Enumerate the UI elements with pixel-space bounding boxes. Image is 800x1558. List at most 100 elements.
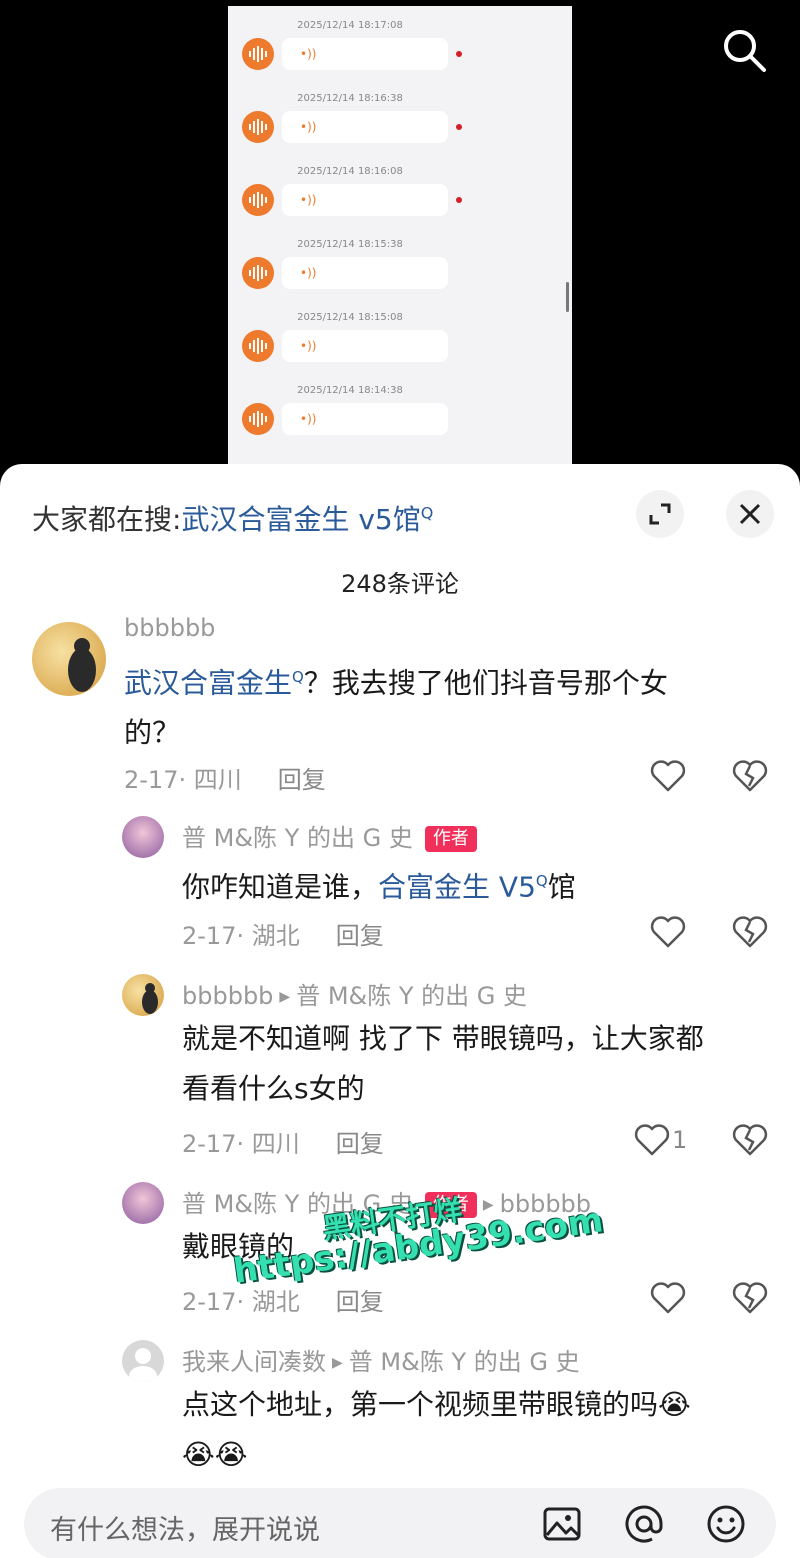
comment-username[interactable]: bbbbbb ▶ 普 M&陈 Y 的出 G 史	[182, 976, 527, 1011]
comment-text-suffix: 馆	[547, 870, 576, 904]
voice-timestamp: 2025/12/14 18:16:08	[297, 166, 403, 177]
voice-bubble: •))	[282, 38, 448, 70]
expand-icon	[649, 503, 671, 525]
reply-button[interactable]: 回复	[336, 922, 384, 950]
author-badge: 作者	[424, 826, 477, 852]
comment-keyword-link[interactable]: 合富金生 V5	[378, 870, 536, 903]
comments-count: 248条评论	[341, 570, 459, 598]
voice-glyph: •))	[300, 193, 317, 207]
heart-icon[interactable]	[648, 756, 688, 796]
username-text: bbbbbb	[182, 982, 274, 1010]
expand-button[interactable]	[636, 490, 684, 538]
hot-search-keyword[interactable]: 武汉合富金生 v5馆	[181, 503, 420, 536]
username-text: 普 M&陈 Y 的出 G 史	[182, 824, 413, 852]
avatar[interactable]	[122, 1340, 164, 1382]
emoji-icon[interactable]	[704, 1502, 748, 1546]
avatar[interactable]	[32, 622, 106, 696]
voice-message: 2025/12/14 18:14:38 •))	[228, 385, 572, 457]
reply-button[interactable]: 回复	[336, 1288, 384, 1316]
comment-text-line1: 就是不知道啊 找了下 带眼镜吗，让大家都	[182, 1022, 704, 1055]
heart-icon[interactable]	[648, 912, 688, 952]
search-mark-icon: Q	[535, 872, 548, 890]
comment-text-prefix: 你咋知道是谁，	[182, 870, 379, 904]
avatar[interactable]	[122, 974, 164, 1016]
comment-reply-item: 我来人间凑数 ▶ 普 M&陈 Y 的出 G 史 点这个地址，第一个视频里带眼镜的吗😭…	[0, 1336, 800, 1486]
broken-heart-icon[interactable]	[730, 1120, 770, 1160]
comment-keyword-link[interactable]: 武汉合富金生	[124, 666, 292, 699]
voice-timestamp: 2025/12/14 18:14:38	[297, 385, 403, 396]
comment-text-line1: ？我去搜了他们抖音号那个女	[303, 666, 668, 700]
comment-date-location: 2-17· 四川	[124, 766, 242, 794]
reply-to-username: 普 M&陈 Y 的出 G 史	[296, 982, 528, 1010]
comment-meta: 2-17· 湖北 回复	[182, 916, 384, 951]
scrollbar	[566, 282, 569, 312]
hot-search-bar[interactable]: 大家都在搜:武汉合富金生 v5馆Q	[32, 498, 433, 538]
comment-username[interactable]: 普 M&陈 Y 的出 G 史作者	[182, 818, 477, 853]
search-icon[interactable]	[720, 26, 768, 74]
voice-glyph: •))	[300, 339, 317, 353]
video-frame-screenshot: 2025/12/14 18:17:08 •)) 2025/12/14 18:16…	[228, 6, 572, 476]
voice-message: 2025/12/14 18:16:08 •))	[228, 166, 572, 238]
comment-meta: 2-17· 湖北 回复	[182, 1282, 384, 1317]
comment-meta: 2-17· 四川 回复	[124, 760, 326, 795]
comment-text: 武汉合富金生Q？我去搜了他们抖音号那个女 的？	[124, 652, 744, 758]
comment-item: bbbbbb 武汉合富金生Q？我去搜了他们抖音号那个女 的？ 2-17· 四川 回…	[0, 614, 800, 804]
comment-sheet: 大家都在搜:武汉合富金生 v5馆Q 248条评论 bbbbbb 武汉合富金生Q？…	[0, 464, 800, 1558]
soundwave-icon	[242, 184, 274, 216]
soundwave-icon	[242, 38, 274, 70]
voice-message: 2025/12/14 18:15:38 •))	[228, 239, 572, 311]
comment-input[interactable]: 有什么想法，展开说说	[24, 1488, 776, 1558]
unread-dot	[456, 124, 462, 130]
soundwave-icon	[242, 257, 274, 289]
reply-arrow-icon: ▶	[279, 989, 291, 1005]
voice-timestamp: 2025/12/14 18:16:38	[297, 93, 403, 104]
comment-text-line2: 看看什么s女的	[182, 1072, 365, 1105]
reply-to-username: 普 M&陈 Y 的出 G 史	[348, 1348, 580, 1376]
comment-date-location: 2-17· 湖北	[182, 1288, 300, 1316]
voice-bubble: •))	[282, 257, 448, 289]
broken-heart-icon[interactable]	[730, 756, 770, 796]
comment-username[interactable]: bbbbbb	[124, 614, 215, 642]
voice-bubble: •))	[282, 111, 448, 143]
hot-search-prefix: 大家都在搜:	[32, 503, 182, 536]
comment-text: 点这个地址，第一个视频里带眼镜的吗😭 😭😭	[182, 1380, 782, 1480]
voice-timestamp: 2025/12/14 18:17:08	[297, 20, 403, 31]
comment-text-line2: 的？	[124, 716, 181, 750]
voice-glyph: •))	[300, 266, 317, 280]
video-player[interactable]: 2025/12/14 18:17:08 •)) 2025/12/14 18:16…	[0, 0, 800, 480]
comment-input-bar: 有什么想法，展开说说	[0, 1474, 800, 1558]
voice-glyph: •))	[300, 412, 317, 426]
reply-button[interactable]: 回复	[278, 766, 326, 794]
comment-username[interactable]: 我来人间凑数 ▶ 普 M&陈 Y 的出 G 史	[182, 1342, 580, 1377]
comment-text: 就是不知道啊 找了下 带眼镜吗，让大家都 看看什么s女的	[182, 1014, 782, 1114]
voice-bubble: •))	[282, 403, 448, 435]
at-mention-icon[interactable]	[622, 1502, 666, 1546]
avatar[interactable]	[122, 1182, 164, 1224]
broken-heart-icon[interactable]	[730, 912, 770, 952]
reply-arrow-icon: ▶	[332, 1355, 343, 1371]
close-icon	[739, 503, 761, 525]
voice-bubble: •))	[282, 330, 448, 362]
comment-meta: 2-17· 四川 回复	[182, 1124, 384, 1159]
voice-glyph: •))	[300, 120, 317, 134]
soundwave-icon	[242, 403, 274, 435]
voice-glyph: •))	[300, 47, 317, 61]
soundwave-icon	[242, 111, 274, 143]
username-text: 我来人间凑数	[182, 1348, 326, 1376]
heart-icon[interactable]	[648, 1278, 688, 1318]
reply-button[interactable]: 回复	[336, 1130, 384, 1158]
comment-text-line2: 😭😭	[182, 1438, 248, 1471]
close-button[interactable]	[726, 490, 774, 538]
image-icon[interactable]	[540, 1502, 584, 1546]
like-count: 1	[672, 1126, 688, 1154]
search-mark-icon: Q	[292, 668, 304, 686]
avatar[interactable]	[122, 816, 164, 858]
voice-bubble: •))	[282, 184, 448, 216]
voice-message: 2025/12/14 18:17:08 •))	[228, 20, 572, 92]
voice-timestamp: 2025/12/14 18:15:08	[297, 312, 403, 323]
unread-dot	[456, 197, 462, 203]
broken-heart-icon[interactable]	[730, 1278, 770, 1318]
reply-arrow-icon: ▶	[482, 1197, 494, 1213]
voice-message: 2025/12/14 18:16:38 •))	[228, 93, 572, 165]
heart-icon[interactable]	[632, 1120, 672, 1160]
